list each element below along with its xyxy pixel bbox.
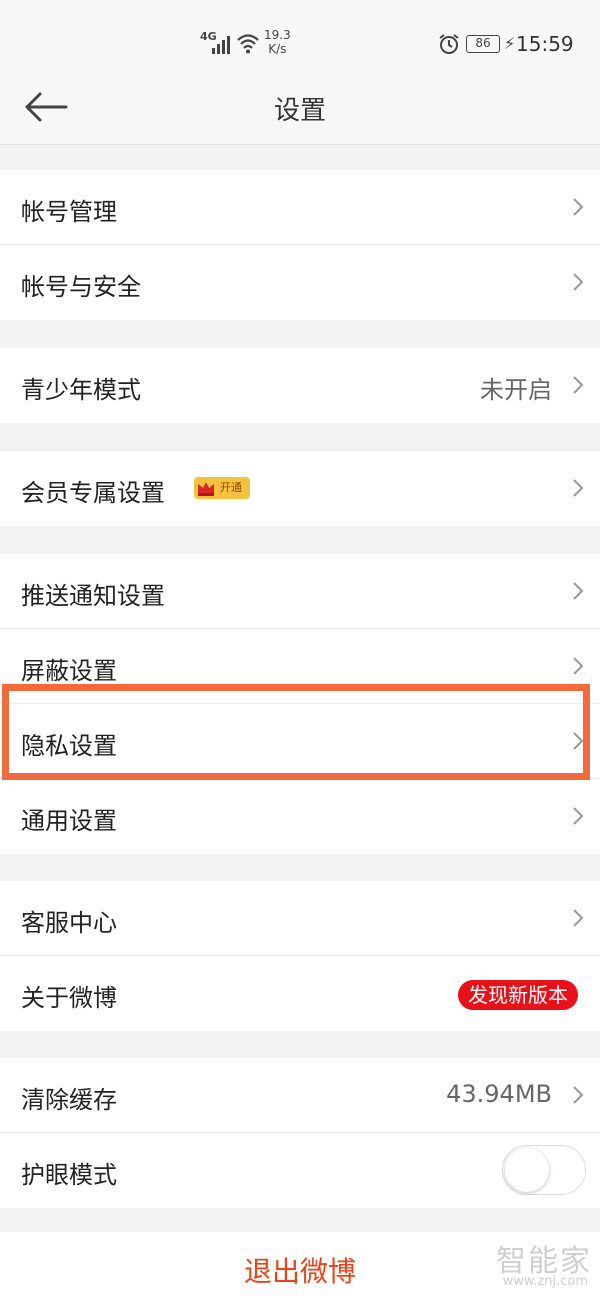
row-label: 清除缓存 <box>21 1086 117 1114</box>
chevron-right-icon <box>573 909 584 927</box>
settings-row-vip[interactable]: 会员专属设置 开通 <box>0 451 600 526</box>
settings-row-privacy[interactable]: 隐私设置 <box>0 704 600 779</box>
settings-row-push-notification[interactable]: 推送通知设置 <box>0 554 600 629</box>
settings-row-general[interactable]: 通用设置 <box>0 779 600 854</box>
battery-icon: 86 <box>466 35 500 53</box>
youth-mode-status: 未开启 <box>480 376 552 404</box>
row-label: 护眼模式 <box>21 1161 117 1189</box>
wifi-icon <box>237 34 259 54</box>
row-label: 隐私设置 <box>21 732 117 760</box>
chevron-right-icon <box>573 807 584 825</box>
chevron-right-icon <box>573 273 584 291</box>
charging-icon: ⚡ <box>504 34 516 53</box>
group-vip: 会员专属设置 开通 <box>0 451 600 526</box>
crown-icon <box>198 482 214 496</box>
page-title: 设置 <box>273 96 326 126</box>
toggle-knob <box>505 1148 549 1192</box>
chevron-right-icon <box>573 376 584 394</box>
group-youth: 青少年模式 未开启 <box>0 348 600 423</box>
row-label: 通用设置 <box>21 807 117 835</box>
chevron-right-icon <box>573 198 584 216</box>
eye-care-toggle[interactable] <box>502 1145 586 1195</box>
row-label: 客服中心 <box>21 909 117 937</box>
group-support: 客服中心 关于微博 发现新版本 <box>0 881 600 1031</box>
status-bar: 4G 19.3 K/s 86 ⚡ 15:59 <box>0 0 600 88</box>
chevron-right-icon <box>573 657 584 675</box>
row-label: 帐号管理 <box>21 198 117 226</box>
settings-row-eye-care: 护眼模式 <box>0 1133 600 1208</box>
network-speed: 19.3 K/s <box>264 28 291 56</box>
row-label: 推送通知设置 <box>21 582 165 610</box>
group-settings: 推送通知设置 屏蔽设置 隐私设置 通用设置 <box>0 554 600 854</box>
chevron-right-icon <box>573 479 584 497</box>
new-version-badge[interactable]: 发现新版本 <box>458 980 578 1010</box>
alarm-icon <box>439 34 459 54</box>
row-label: 青少年模式 <box>21 376 141 404</box>
nav-header: 设置 <box>0 88 600 145</box>
settings-row-block[interactable]: 屏蔽设置 <box>0 629 600 704</box>
watermark-url: www.znj.com <box>502 1274 588 1289</box>
vip-badge[interactable]: 开通 <box>194 477 250 499</box>
chevron-right-icon <box>573 1086 584 1104</box>
row-label: 屏蔽设置 <box>21 657 117 685</box>
settings-row-youth-mode[interactable]: 青少年模式 未开启 <box>0 348 600 423</box>
clock-time: 15:59 <box>516 32 574 56</box>
settings-row-account-security[interactable]: 帐号与安全 <box>0 245 600 320</box>
settings-row-clear-cache[interactable]: 清除缓存 43.94MB <box>0 1058 600 1133</box>
settings-row-account-management[interactable]: 帐号管理 <box>0 170 600 245</box>
row-label: 关于微博 <box>21 984 117 1012</box>
chevron-right-icon <box>573 582 584 600</box>
settings-row-about[interactable]: 关于微博 发现新版本 <box>0 956 600 1031</box>
cache-size: 43.94MB <box>446 1080 552 1108</box>
row-label: 会员专属设置 <box>21 479 165 507</box>
row-label: 帐号与安全 <box>21 273 141 301</box>
settings-row-customer-service[interactable]: 客服中心 <box>0 881 600 956</box>
chevron-right-icon <box>573 732 584 750</box>
group-account: 帐号管理 帐号与安全 <box>0 170 600 320</box>
group-misc: 清除缓存 43.94MB 护眼模式 <box>0 1058 600 1208</box>
signal-icon <box>212 36 230 54</box>
